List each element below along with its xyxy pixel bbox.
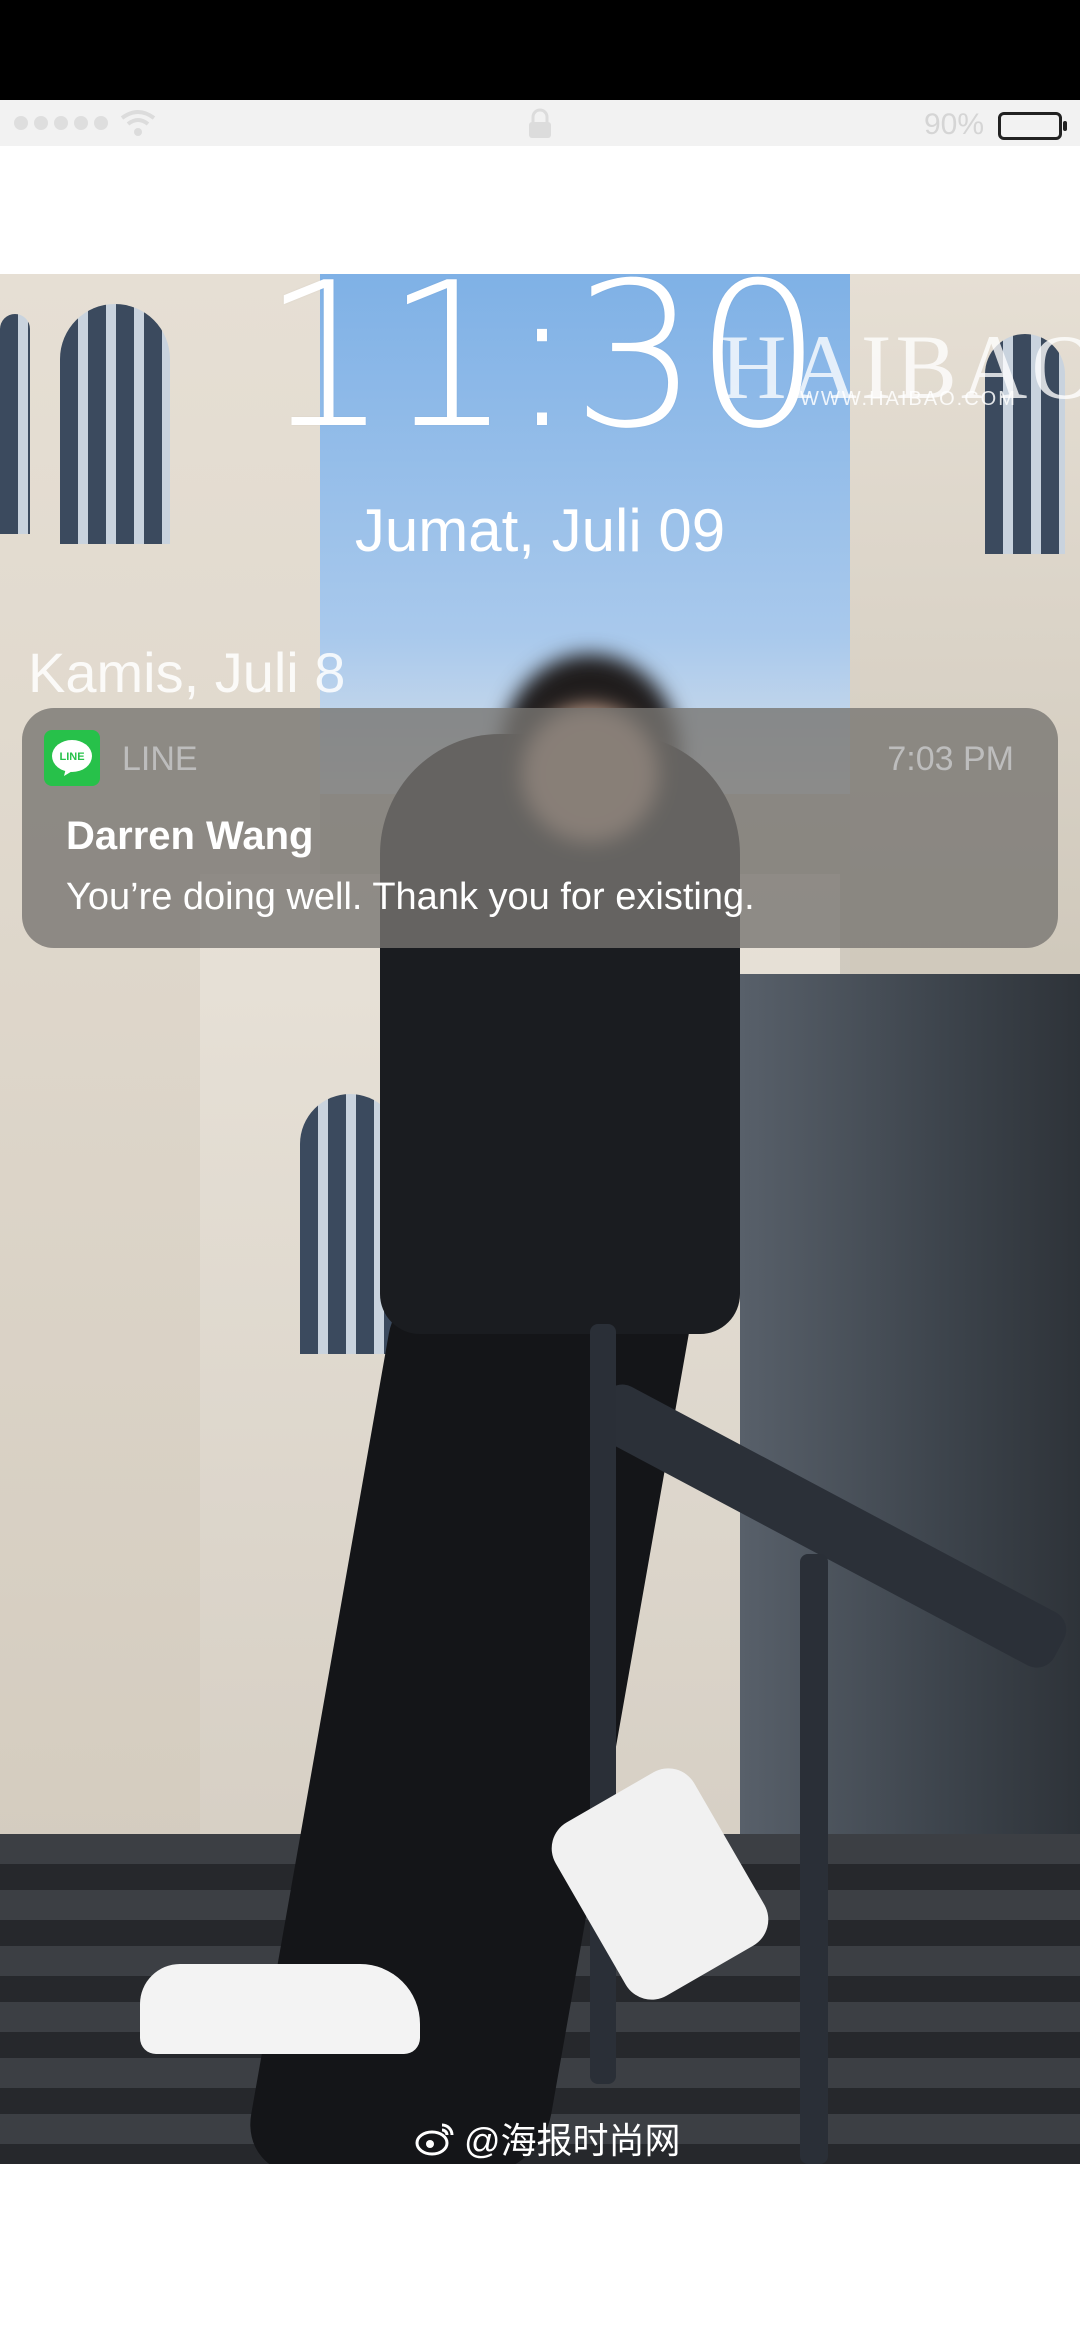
wallpaper-railing-post bbox=[800, 1554, 828, 2164]
watermark-handle: @海报时尚网 bbox=[464, 2120, 681, 2161]
signal-dots-icon bbox=[14, 116, 108, 130]
weibo-icon bbox=[415, 2123, 454, 2156]
lock-screen-date: Jumat, Juli 09 bbox=[354, 497, 726, 564]
notification-sender: Darren Wang bbox=[66, 814, 314, 858]
notification-time: 7:03 PM bbox=[887, 740, 1014, 778]
battery-icon bbox=[998, 112, 1067, 140]
status-bar: 90% bbox=[0, 100, 1080, 146]
wallpaper-sneaker bbox=[140, 1964, 420, 2054]
battery-percent: 90% bbox=[923, 108, 984, 141]
watermark-weibo: @海报时尚网 bbox=[414, 2112, 681, 2164]
line-app-icon: LINE bbox=[44, 730, 100, 786]
wallpaper-railing-post bbox=[590, 1324, 616, 2084]
line-notification[interactable]: LINE LINE 7:03 PM Darren Wang You’re doi… bbox=[22, 708, 1058, 948]
lock-icon bbox=[529, 108, 551, 138]
wifi-icon bbox=[120, 110, 156, 136]
line-icon-text: LINE bbox=[59, 751, 84, 763]
notification-group-date: Kamis, Juli 8 bbox=[28, 641, 346, 704]
notification-app-name: LINE bbox=[122, 740, 198, 778]
notification-message: You’re doing well. Thank you for existin… bbox=[66, 876, 755, 918]
top-black-bar bbox=[0, 0, 1080, 100]
lock-screen-clock: 11:30 bbox=[261, 240, 822, 473]
